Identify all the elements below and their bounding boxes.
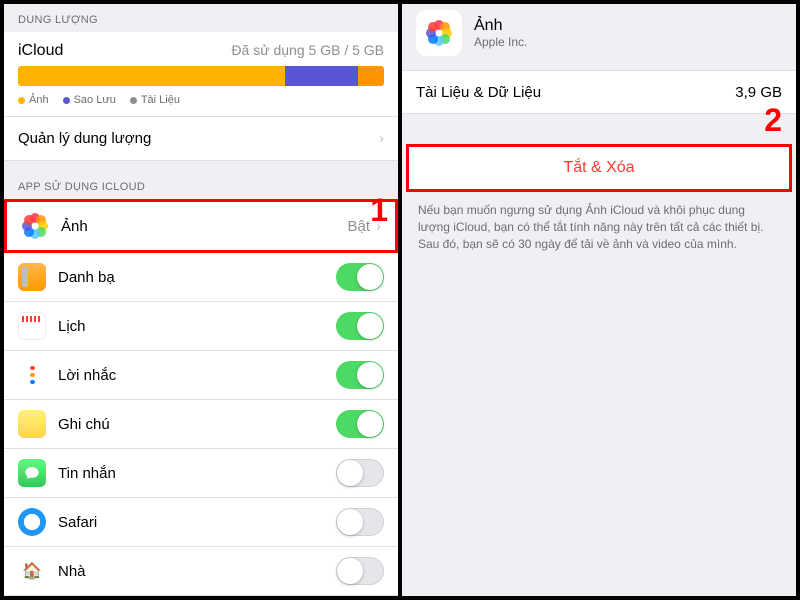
messages-icon [18,459,46,487]
app-row-home[interactable]: 🏠 Nhà [4,547,398,596]
storage-segment [18,66,285,86]
storage-bar [18,66,384,86]
storage-segment [358,66,384,86]
action-label: Tắt & Xóa [563,159,634,176]
detail-vendor: Apple Inc. [474,35,527,49]
app-row-contacts[interactable]: Danh bạ [4,253,398,302]
app-label: Safari [58,514,336,531]
detail-header: Ảnh Apple Inc. [402,4,796,64]
disable-delete-button[interactable]: Tắt & Xóa [406,144,792,192]
reminders-icon [18,361,46,389]
annotation-marker-2: 2 [764,102,782,139]
photos-app-icon [416,10,462,56]
data-value: 3,9 GB [735,84,782,101]
safari-icon [18,508,46,536]
app-label: Ghi chú [58,416,336,433]
app-label: Nhà [58,563,336,580]
home-toggle[interactable] [336,557,384,585]
app-label: Lịch [58,318,336,335]
storage-segment [285,66,358,86]
app-row-safari[interactable]: Safari [4,498,398,547]
home-icon: 🏠 [18,557,46,585]
apps-header: APP SỬ DỤNG ICLOUD [4,171,398,199]
photos-row[interactable]: Ảnh Bật › [4,199,398,253]
photos-icon [21,212,49,240]
storage-legend: Ảnh Sao Lưu Tài Liệu [18,94,384,106]
annotation-marker-1: 1 [370,192,388,229]
app-label: Tin nhắn [58,465,336,482]
reminders-toggle[interactable] [336,361,384,389]
calendar-icon [18,312,46,340]
data-label: Tài Liệu & Dữ Liệu [416,84,735,101]
notes-toggle[interactable] [336,410,384,438]
app-row-reminders[interactable]: Lời nhắc [4,351,398,400]
app-row-notes[interactable]: Ghi chú [4,400,398,449]
storage-title-row: iCloud Đã sử dụng 5 GB / 5 GB [4,32,398,66]
calendar-toggle[interactable] [336,312,384,340]
app-label: Lời nhắc [58,367,336,384]
data-row: Tài Liệu & Dữ Liệu 3,9 GB [402,70,796,114]
safari-toggle[interactable] [336,508,384,536]
app-label: Danh bạ [58,269,336,286]
storage-pane: DUNG LƯỢNG iCloud Đã sử dụng 5 GB / 5 GB… [4,4,398,596]
chevron-right-icon: › [379,130,384,147]
notes-icon [18,410,46,438]
legend-item: Tài Liệu [130,94,180,106]
storage-bar-wrap: Ảnh Sao Lưu Tài Liệu [4,66,398,117]
messages-toggle[interactable] [336,459,384,487]
contacts-toggle[interactable] [336,263,384,291]
manage-storage-label: Quản lý dung lượng [18,130,373,147]
storage-used: Đã sử dụng 5 GB / 5 GB [231,42,384,58]
app-row-messages[interactable]: Tin nhắn [4,449,398,498]
photos-value: Bật [347,218,370,235]
detail-app-name: Ảnh [474,17,527,35]
app-row-calendar[interactable]: Lịch [4,302,398,351]
contacts-icon [18,263,46,291]
legend-item: Ảnh [18,94,49,106]
storage-title: iCloud [18,42,63,60]
manage-storage-row[interactable]: Quản lý dung lượng › [4,117,398,161]
detail-pane: Ảnh Apple Inc. Tài Liệu & Dữ Liệu 3,9 GB… [402,4,796,596]
storage-header: DUNG LƯỢNG [4,4,398,32]
detail-note: Nếu bạn muốn ngưng sử dụng Ảnh iCloud và… [402,192,796,262]
photos-label: Ảnh [61,218,347,235]
legend-item: Sao Lưu [63,94,116,106]
